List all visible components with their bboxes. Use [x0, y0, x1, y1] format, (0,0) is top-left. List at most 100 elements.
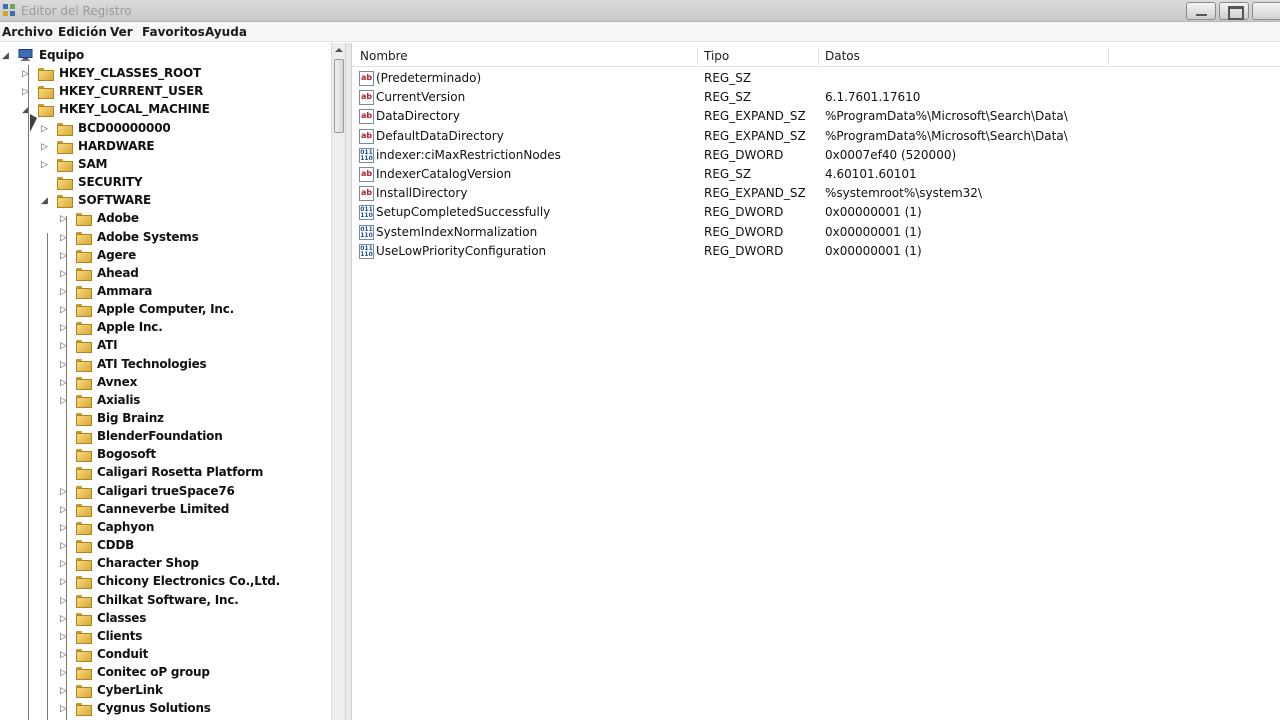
tree-item-axialis-label: Axialis: [97, 392, 141, 407]
menu-edicion[interactable]: Edición: [58, 25, 107, 39]
string-value-icon: ab: [359, 186, 374, 202]
tree-item-bogosoft[interactable]: Bogosoft: [0, 446, 331, 464]
expand-arrow-icon[interactable]: ▷: [41, 142, 49, 152]
value-row[interactable]: ab CurrentVersion REG_SZ 6.1.7601.17610: [352, 88, 1280, 107]
tree-item-sam-label: SAM: [78, 156, 108, 171]
column-header-data[interactable]: Datos: [825, 49, 860, 63]
tree-item-ati-technologies-label: ATI Technologies: [97, 356, 207, 371]
tree-item-blenderfoundation[interactable]: BlenderFoundation: [0, 428, 331, 446]
tree-item-conitec-op-group[interactable]: ▷ Conitec oP group: [0, 664, 331, 682]
tree-item-chilkat-software-inc[interactable]: ▷ Chilkat Software, Inc.: [0, 592, 331, 610]
column-divider[interactable]: [697, 47, 698, 65]
value-row[interactable]: 011 110 UseLowPriorityConfiguration REG_DW…: [352, 242, 1280, 261]
tree-item-ati[interactable]: ▷ ATI: [0, 337, 331, 355]
collapse-arrow-icon[interactable]: ◢: [41, 196, 49, 206]
scroll-up-arrow-icon[interactable]: [335, 48, 343, 52]
tree-item-clients[interactable]: ▷ Clients: [0, 628, 331, 646]
tree-item-caligari-truespace76[interactable]: ▷ Caligari trueSpace76: [0, 483, 331, 501]
tree-item-classes-root[interactable]: ▷ HKEY_CLASSES_ROOT: [0, 65, 331, 83]
value-row[interactable]: 011 110 SetupCompletedSuccessfully REG_DWO…: [352, 203, 1280, 222]
tree-item-current-user[interactable]: ▷ HKEY_CURRENT_USER: [0, 83, 331, 101]
column-header-type[interactable]: Tipo: [704, 49, 729, 63]
folder-icon: [76, 702, 92, 717]
tree-item-caphyon[interactable]: ▷ Caphyon: [0, 519, 331, 537]
tree-item-conitec-op-group-label: Conitec oP group: [97, 665, 210, 680]
column-header-name[interactable]: Nombre: [360, 49, 408, 63]
menu-ayuda[interactable]: Ayuda: [205, 25, 247, 39]
folder-icon: [76, 249, 92, 263]
expand-arrow-icon[interactable]: ▷: [41, 160, 49, 170]
tree-item-axialis[interactable]: ▷ Axialis: [0, 392, 331, 410]
maximize-button[interactable]: [1219, 2, 1249, 20]
string-value-icon: ab: [359, 167, 374, 182]
tree-connector-line: [28, 65, 29, 720]
value-row[interactable]: 011 110 indexer:ciMaxRestrictionNodes REG_…: [352, 146, 1280, 165]
tree-item-ahead[interactable]: ▷ Ahead: [0, 265, 331, 283]
tree-item-character-shop[interactable]: ▷ Character Shop: [0, 555, 331, 573]
column-divider[interactable]: [818, 47, 819, 65]
tree-item-ati-technologies[interactable]: ▷ ATI Technologies: [0, 356, 331, 374]
tree-item-canneverbe-limited[interactable]: ▷ Canneverbe Limited: [0, 501, 331, 519]
tree-item-cygnus-solutions[interactable]: ▷ Cygnus Solutions: [0, 700, 331, 718]
column-divider[interactable]: [1108, 47, 1109, 65]
value-row[interactable]: ab DefaultDataDirectory REG_EXPAND_SZ %Prog…: [352, 127, 1280, 146]
folder-icon: [76, 466, 92, 481]
tree-item-sam[interactable]: ▷ SAM: [0, 156, 331, 174]
menu-archivo[interactable]: Archivo: [2, 25, 53, 39]
tree-item-agere[interactable]: ▷ Agere: [0, 247, 331, 265]
tree-item-avnex[interactable]: ▷ Avnex: [0, 374, 331, 392]
computer-icon: [18, 49, 33, 61]
tree-item-software[interactable]: ◢ SOFTWARE: [0, 192, 331, 210]
tree-item-security[interactable]: SECURITY: [0, 174, 331, 192]
tree-item-adobe-label: Adobe: [97, 211, 139, 226]
value-row[interactable]: ab IndexerCatalogVersion REG_SZ 4.60101.601…: [352, 165, 1280, 184]
key-tree[interactable]: ◢ Equipo ▷ HKEY_CLASSES_ROOT ▷ HKEY_CURRENT_U…: [0, 43, 331, 720]
value-row[interactable]: 011 110 SystemIndexNormalization REG_DWORD…: [352, 223, 1280, 242]
value-row[interactable]: ab DataDirectory REG_EXPAND_SZ %ProgramData…: [352, 107, 1280, 126]
tree-item-adobe-systems[interactable]: ▷ Adobe Systems: [0, 229, 331, 247]
tree-item-local-machine[interactable]: ◢ HKEY_LOCAL_MACHINE: [0, 101, 331, 119]
folder-icon: [76, 684, 92, 699]
folder-icon: [76, 394, 92, 408]
tree-item-hardware[interactable]: ▷ HARDWARE: [0, 138, 331, 156]
tree-item-apple-computer-inc[interactable]: ▷ Apple Computer, Inc.: [0, 301, 331, 319]
scroll-thumb[interactable]: [334, 59, 344, 133]
close-button[interactable]: [1252, 2, 1280, 20]
folder-icon: [57, 140, 73, 154]
menu-ver[interactable]: Ver: [110, 25, 133, 39]
tree-item-hardware-label: HARDWARE: [78, 138, 155, 153]
tree-item-apple-inc-label: Apple Inc.: [97, 320, 163, 335]
folder-icon: [76, 648, 92, 662]
tree-item-equipo[interactable]: ◢ Equipo: [0, 47, 331, 65]
value-type: REG_SZ: [704, 71, 752, 85]
tree-item-cyberlink[interactable]: ▷ CyberLink: [0, 682, 331, 700]
value-row[interactable]: ab InstallDirectory REG_EXPAND_SZ %systemro…: [352, 184, 1280, 203]
tree-item-adobe[interactable]: ▷ Adobe: [0, 210, 331, 228]
tree-item-avnex-label: Avnex: [97, 374, 138, 389]
menu-favoritos[interactable]: Favoritos: [142, 25, 205, 39]
menu-bar: Archivo Edición Ver Favoritos Ayuda: [0, 22, 1280, 42]
tree-item-conduit[interactable]: ▷ Conduit: [0, 646, 331, 664]
tree-item-bcd00000000[interactable]: ▷ BCD00000000: [0, 120, 331, 138]
tree-item-ammara-label: Ammara: [97, 283, 153, 298]
tree-item-chicony-electronics-co-ltd[interactable]: ▷ Chicony Electronics Co.,Ltd.: [0, 573, 331, 591]
tree-item-apple-inc[interactable]: ▷ Apple Inc.: [0, 319, 331, 337]
tree-item-classes[interactable]: ▷ Classes: [0, 610, 331, 628]
collapse-arrow-icon[interactable]: ◢: [2, 51, 10, 61]
value-data: %systemroot%\system32\: [825, 186, 982, 201]
expand-arrow-icon[interactable]: ▷: [41, 124, 49, 134]
value-row[interactable]: ab (Predeterminado) REG_SZ: [352, 69, 1280, 88]
folder-icon: [57, 122, 73, 136]
tree-item-big-brainz[interactable]: Big Brainz: [0, 410, 331, 428]
tree-item-chilkat-software-inc-label: Chilkat Software, Inc.: [97, 592, 239, 607]
pane-splitter[interactable]: [345, 43, 352, 720]
tree-item-ammara[interactable]: ▷ Ammara: [0, 283, 331, 301]
value-name: SystemIndexNormalization: [376, 224, 538, 239]
tree-item-caligari-rosetta-platform[interactable]: Caligari Rosetta Platform: [0, 464, 331, 482]
tree-item-cddb-label: CDDB: [97, 538, 135, 553]
tree-item-conduit-label: Conduit: [97, 646, 149, 661]
tree-item-cddb[interactable]: ▷ CDDB: [0, 537, 331, 555]
tree-scrollbar[interactable]: [331, 43, 345, 720]
values-list[interactable]: Nombre Tipo Datos ab (Predeterminado) REG_…: [352, 43, 1280, 720]
minimize-button[interactable]: [1186, 2, 1216, 20]
